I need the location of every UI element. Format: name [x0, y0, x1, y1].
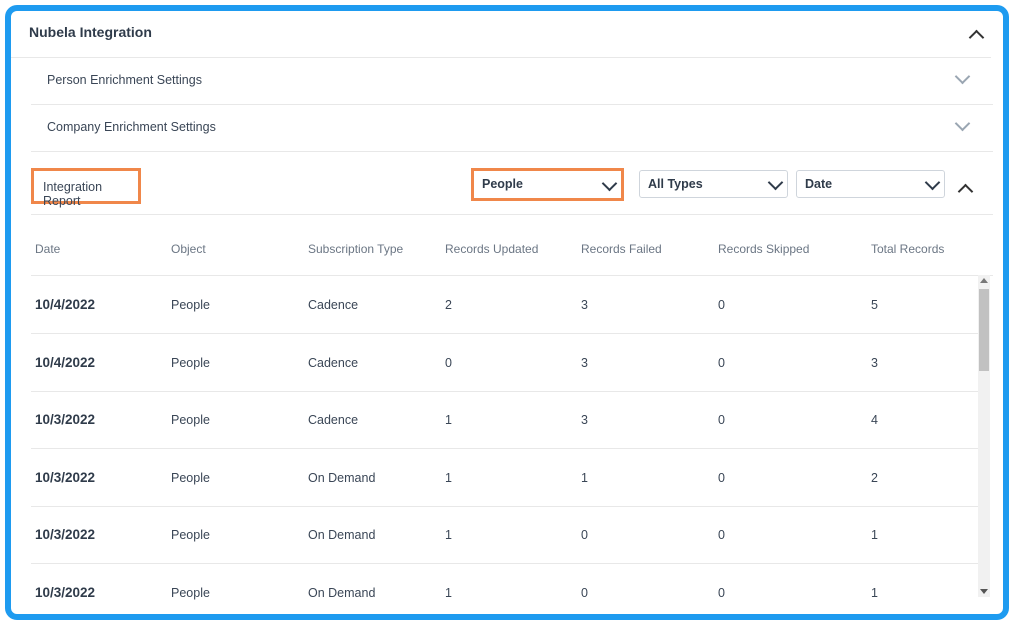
panel-title: Nubela Integration — [29, 24, 152, 40]
table-cell: Cadence — [308, 355, 359, 370]
integration-panel: Nubela Integration Person Enrichment Set… — [5, 5, 1009, 620]
table-row[interactable]: 10/3/2022 People Cadence 1 3 0 4 — [31, 391, 979, 449]
sort-filter-value: Date — [805, 177, 833, 191]
scroll-down-arrow-icon[interactable] — [980, 589, 988, 594]
table-cell: 1 — [871, 528, 878, 542]
section-company-enrichment[interactable]: Company Enrichment Settings — [31, 105, 993, 152]
chevron-down-icon — [767, 174, 784, 191]
table-cell: 10/4/2022 — [35, 354, 96, 370]
table-cell: 0 — [581, 528, 588, 542]
table-row[interactable]: 10/4/2022 People Cadence 0 3 0 3 — [31, 334, 979, 392]
table-scrollbar[interactable] — [978, 275, 990, 597]
column-header[interactable]: Records Updated — [445, 242, 538, 256]
table-cell: People — [171, 413, 210, 427]
type-filter-select[interactable]: All Types — [639, 170, 788, 198]
integration-report-label[interactable]: Integration Report — [31, 168, 141, 208]
chevron-up-icon[interactable] — [968, 29, 985, 46]
table-cell: People — [171, 298, 210, 312]
column-header[interactable]: Date — [35, 242, 60, 256]
table-row[interactable]: 10/3/2022 People On Demand 1 0 0 1 — [31, 506, 979, 564]
table-cell: 10/4/2022 — [35, 297, 96, 312]
column-header[interactable]: Records Failed — [581, 242, 662, 256]
column-header[interactable]: Records Skipped — [718, 242, 809, 256]
chevron-down-icon[interactable] — [954, 115, 971, 132]
table-cell: 0 — [718, 470, 725, 485]
table-cell: 1 — [445, 413, 452, 427]
table-row[interactable]: 10/3/2022 People On Demand 1 0 0 1 — [31, 564, 979, 615]
table-cell: On Demand — [308, 528, 376, 542]
table-cell: 4 — [871, 413, 878, 427]
table-cell: People — [171, 470, 210, 485]
column-header[interactable]: Object — [171, 242, 206, 256]
table-cell: 10/3/2022 — [35, 469, 96, 485]
column-header[interactable]: Subscription Type — [308, 242, 403, 256]
object-filter-select[interactable]: People — [471, 168, 624, 201]
table-cell: 2 — [445, 298, 452, 312]
scrollbar-thumb[interactable] — [979, 289, 989, 371]
table-cell: 0 — [718, 413, 725, 427]
object-filter-value: People — [482, 177, 523, 191]
table-cell: 0 — [581, 585, 588, 600]
table-cell: Cadence — [308, 298, 359, 312]
column-header[interactable]: Total Records — [871, 242, 944, 256]
table-cell: People — [171, 355, 210, 370]
section-label: Person Enrichment Settings — [47, 73, 202, 87]
report-label-text: Integration Report — [43, 180, 103, 208]
table-cell: 10/3/2022 — [35, 527, 96, 542]
table-header: Date Object Subscription Type Records Up… — [31, 221, 993, 276]
table-cell: People — [171, 585, 210, 600]
chevron-down-icon — [924, 174, 941, 191]
table-cell: 10/3/2022 — [35, 584, 96, 600]
chevron-down-icon[interactable] — [954, 68, 971, 85]
table-cell: 1 — [445, 585, 452, 600]
table-cell: 0 — [718, 528, 725, 542]
table-cell: 0 — [718, 585, 725, 600]
table-cell: People — [171, 528, 210, 542]
table-cell: 3 — [581, 355, 588, 370]
table-row[interactable]: 10/4/2022 People Cadence 2 3 0 5 — [31, 276, 979, 334]
table-cell: 3 — [581, 298, 588, 312]
chevron-down-icon — [601, 175, 618, 192]
table-cell: Cadence — [308, 413, 359, 427]
sort-filter-select[interactable]: Date — [796, 170, 945, 198]
panel-header[interactable]: Nubela Integration — [11, 11, 991, 58]
scroll-up-arrow-icon[interactable] — [980, 278, 988, 283]
table-cell: 1 — [581, 470, 588, 485]
table-cell: 3 — [581, 413, 588, 427]
section-person-enrichment[interactable]: Person Enrichment Settings — [31, 58, 993, 105]
table-cell: 3 — [871, 355, 878, 370]
table-cell: 0 — [718, 298, 725, 312]
table-cell: 10/3/2022 — [35, 412, 96, 427]
table-cell: 2 — [871, 470, 878, 485]
table-cell: 5 — [871, 298, 878, 312]
table-cell: 0 — [445, 355, 452, 370]
table-cell: On Demand — [308, 470, 376, 485]
section-label: Company Enrichment Settings — [47, 120, 216, 134]
table-cell: 1 — [445, 528, 452, 542]
table-cell: 1 — [445, 470, 452, 485]
table-row[interactable]: 10/3/2022 People On Demand 1 1 0 2 — [31, 449, 979, 507]
type-filter-value: All Types — [648, 177, 703, 191]
table-cell: 1 — [871, 585, 878, 600]
table-cell: On Demand — [308, 585, 376, 600]
table-cell: 0 — [718, 355, 725, 370]
